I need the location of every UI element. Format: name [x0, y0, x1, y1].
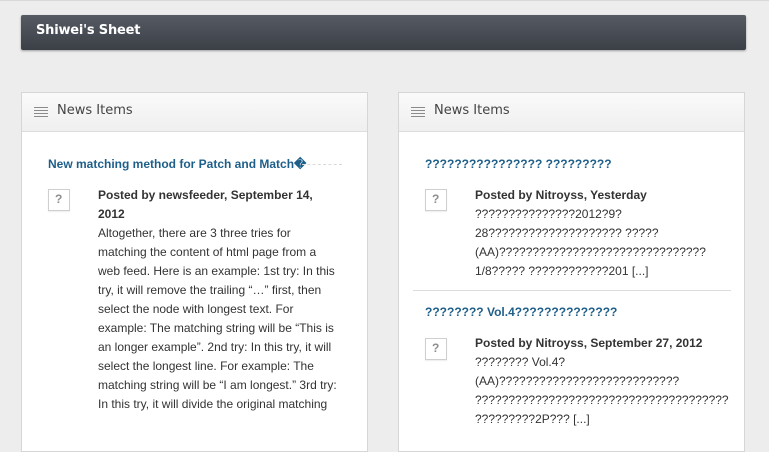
news-item-title-link[interactable]: ???????? Vol.4??????????????: [425, 305, 617, 319]
news-item-byline: Posted by Nitroyss, September 27, 2012: [475, 336, 703, 350]
news-item-title-link[interactable]: ???????????????? ?????????: [425, 157, 612, 171]
panel-header: News Items: [22, 93, 367, 132]
item-separator: [413, 290, 731, 291]
title-divider: [302, 164, 342, 165]
question-icon: ?: [432, 192, 440, 206]
panel-header: News Items: [399, 93, 744, 132]
site-header: Shiwei's Sheet: [21, 15, 746, 50]
panel-title: News Items: [434, 103, 510, 118]
question-icon: ?: [55, 192, 63, 206]
list-icon: [34, 107, 48, 117]
news-item-body: ???????????????2012?9? 28???????????????…: [475, 207, 706, 278]
news-item-byline: Posted by newsfeeder, September 14, 2012: [98, 188, 313, 221]
avatar: ?: [48, 189, 70, 211]
site-title[interactable]: Shiwei's Sheet: [36, 23, 140, 38]
question-icon: ?: [432, 341, 440, 355]
avatar: ?: [425, 189, 447, 211]
news-item-title-link[interactable]: New matching method for Patch and Match�: [48, 157, 306, 171]
news-item-byline: Posted by Nitroyss, Yesterday: [475, 188, 647, 202]
avatar: ?: [425, 338, 447, 360]
news-item-body: Altogether, there are 3 three tries for …: [98, 226, 337, 411]
top-border: [0, 0, 769, 1]
news-panel-left: News Items New matching method for Patch…: [21, 92, 368, 452]
panel-title: News Items: [57, 103, 133, 118]
news-item-body: ???????? Vol.4? (AA)????????????????????…: [475, 355, 729, 426]
list-icon: [411, 107, 425, 117]
news-panel-right: News Items ???????????????? ????????? ? …: [398, 92, 745, 452]
